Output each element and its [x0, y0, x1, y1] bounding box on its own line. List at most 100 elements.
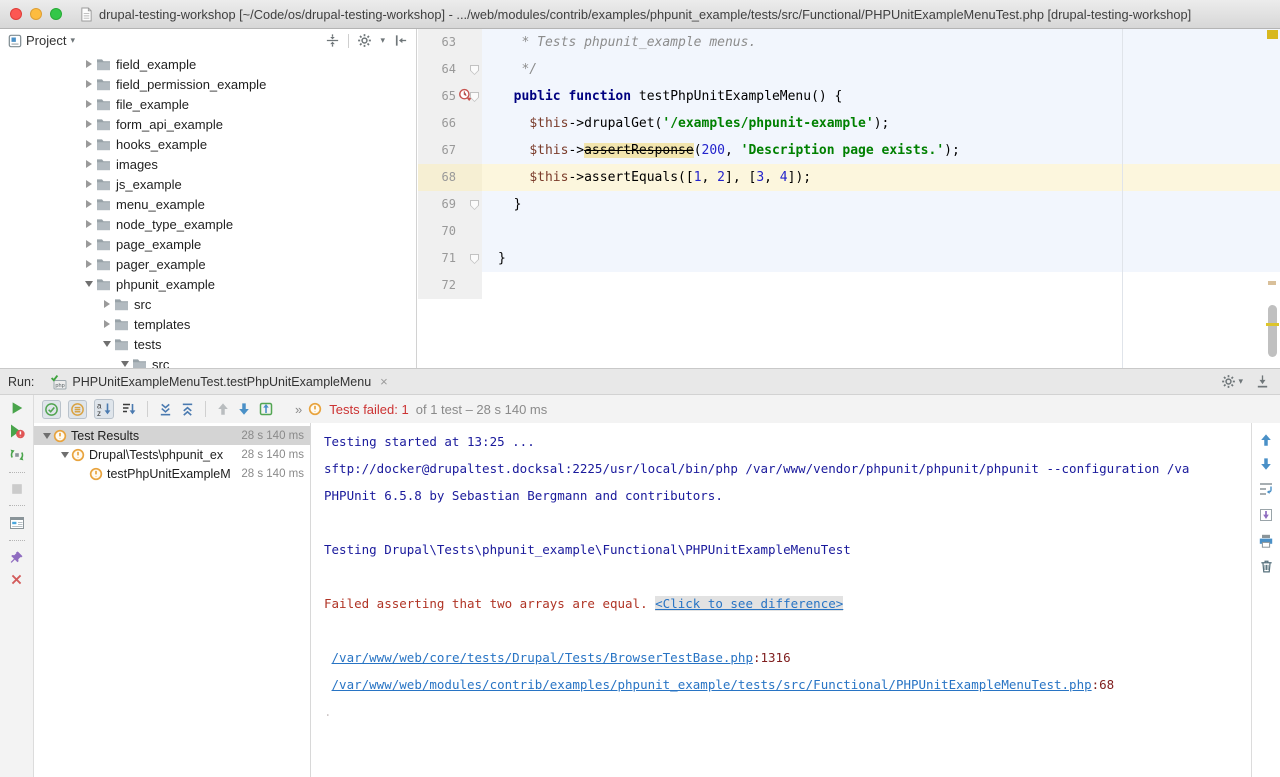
run-config-tab[interactable]: php PHPUnitExampleMenuTest.testPhpUnitEx…	[44, 369, 393, 394]
project-tree-item[interactable]: src	[0, 294, 416, 314]
scroll-to-end-icon[interactable]	[1258, 507, 1274, 523]
project-tree-item[interactable]: pager_example	[0, 254, 416, 274]
editor-line[interactable]: 70	[418, 218, 1280, 245]
project-tree-item[interactable]: js_example	[0, 174, 416, 194]
show-passed-icon[interactable]	[42, 400, 61, 419]
chevron-right-icon[interactable]: »	[295, 402, 301, 417]
console-output[interactable]: Testing started at 13:25 ...sftp://docke…	[312, 423, 1250, 777]
gear-icon[interactable]	[1221, 374, 1236, 389]
tree-chevron-icon[interactable]	[82, 220, 96, 228]
diff-link[interactable]: <Click to see difference>	[655, 596, 843, 611]
tree-chevron-icon[interactable]	[82, 120, 96, 128]
editor-line[interactable]: 72	[418, 272, 1280, 299]
tree-chevron-icon[interactable]	[82, 140, 96, 148]
print-icon[interactable]	[1258, 533, 1274, 549]
tree-chevron-icon[interactable]	[82, 180, 96, 188]
chevron-down-icon[interactable]: ▾	[1238, 376, 1243, 387]
chevron-down-icon[interactable]: ▾	[70, 35, 75, 46]
show-ignored-icon[interactable]	[68, 400, 87, 419]
rerun-icon[interactable]	[10, 401, 24, 415]
tree-chevron-icon[interactable]	[82, 60, 96, 68]
run-label: Run:	[8, 375, 34, 389]
import-test-results-icon[interactable]	[258, 401, 274, 417]
project-tree-item[interactable]: templates	[0, 314, 416, 334]
editor-line[interactable]: 65 public function testPhpUnitExampleMen…	[418, 83, 1280, 110]
stack-trace-link[interactable]: /var/www/web/core/tests/Drupal/Tests/Bro…	[332, 650, 753, 665]
tree-chevron-icon[interactable]	[82, 80, 96, 88]
project-tree-item[interactable]: src	[0, 354, 416, 368]
editor-line[interactable]: 67 $this->assertResponse(200, 'Descripti…	[418, 137, 1280, 164]
stack-trace-link[interactable]: /var/www/web/modules/contrib/examples/ph…	[332, 677, 1092, 692]
line-number: 63	[418, 29, 456, 56]
soft-wrap-icon[interactable]	[1258, 481, 1274, 497]
fold-marker-icon[interactable]	[470, 200, 479, 210]
expand-all-icon[interactable]	[158, 402, 173, 417]
collapse-all-icon[interactable]	[325, 33, 340, 48]
editor-line[interactable]: 68 $this->assertEquals([1, 2], [3, 4]);	[418, 164, 1280, 191]
tree-chevron-icon[interactable]	[82, 281, 96, 287]
close-icon[interactable]	[10, 573, 23, 586]
project-tree-item[interactable]: field_example	[0, 54, 416, 74]
collapse-all-tests-icon[interactable]	[180, 402, 195, 417]
fold-marker-icon[interactable]	[470, 254, 479, 264]
close-tab-icon[interactable]: ×	[380, 374, 388, 389]
project-tree-item[interactable]: field_permission_example	[0, 74, 416, 94]
console-line: PHPUnit 6.5.8 by Sebastian Bergmann and …	[324, 482, 1250, 509]
tree-chevron-icon[interactable]	[58, 452, 71, 458]
test-tree-item[interactable]: Drupal\Tests\phpunit_ex28 s 140 ms	[34, 445, 310, 464]
project-tree-item[interactable]: phpunit_example	[0, 274, 416, 294]
close-window-button[interactable]	[10, 8, 22, 20]
editor-line[interactable]: 71}	[418, 245, 1280, 272]
tree-chevron-icon[interactable]	[82, 240, 96, 248]
project-tree-item[interactable]: file_example	[0, 94, 416, 114]
hide-panel-icon[interactable]	[393, 33, 408, 48]
project-tree-item[interactable]: tests	[0, 334, 416, 354]
clear-all-icon[interactable]	[1259, 559, 1274, 574]
up-stack-trace-icon[interactable]	[1259, 433, 1273, 447]
tree-chevron-icon[interactable]	[100, 341, 114, 347]
console-line: sftp://docker@drupaltest.docksal:2225/us…	[324, 455, 1250, 482]
next-failed-test-icon[interactable]	[237, 402, 251, 416]
tree-chevron-icon[interactable]	[100, 320, 114, 328]
previous-failed-test-icon[interactable]	[216, 402, 230, 416]
editor-scrollbar[interactable]	[1268, 305, 1277, 357]
project-tree-item[interactable]: node_type_example	[0, 214, 416, 234]
chevron-down-icon[interactable]: ▾	[380, 35, 385, 46]
console-text: Testing Drupal\Tests\phpunit_example\Fun…	[324, 542, 851, 557]
test-tree-item[interactable]: testPhpUnitExampleM28 s 140 ms	[34, 464, 310, 483]
minimize-window-button[interactable]	[30, 8, 42, 20]
tree-chevron-icon[interactable]	[82, 160, 96, 168]
tree-chevron-icon[interactable]	[82, 100, 96, 108]
down-stack-trace-icon[interactable]	[1259, 457, 1273, 471]
sort-by-duration-icon[interactable]	[121, 401, 137, 417]
project-tree-item[interactable]: page_example	[0, 234, 416, 254]
editor-line[interactable]: 69 }	[418, 191, 1280, 218]
project-tree-item[interactable]: menu_example	[0, 194, 416, 214]
gear-icon[interactable]	[357, 33, 372, 48]
toggle-auto-test-icon[interactable]	[9, 447, 25, 463]
project-tool-button[interactable]: Project ▾	[8, 33, 75, 48]
stop-icon[interactable]	[10, 482, 24, 496]
sort-alphabetically-icon[interactable]: az	[94, 399, 114, 419]
hide-window-icon[interactable]	[1255, 374, 1270, 389]
restore-layout-icon[interactable]	[9, 515, 25, 531]
test-tree-item[interactable]: Test Results28 s 140 ms	[34, 426, 310, 445]
project-tree-item[interactable]: images	[0, 154, 416, 174]
editor-line[interactable]: 64 */	[418, 56, 1280, 83]
project-tree-item[interactable]: form_api_example	[0, 114, 416, 134]
console-line	[324, 563, 1250, 590]
fold-marker-icon[interactable]	[470, 65, 479, 75]
zoom-window-button[interactable]	[50, 8, 62, 20]
project-tree-item[interactable]: hooks_example	[0, 134, 416, 154]
tree-chevron-icon[interactable]	[118, 361, 132, 367]
code-editor[interactable]: 63 * Tests phpunit_example menus.64 */65…	[418, 29, 1280, 368]
tree-chevron-icon[interactable]	[82, 260, 96, 268]
svg-text:php: php	[56, 383, 65, 389]
pin-tab-icon[interactable]	[9, 550, 24, 565]
rerun-failed-tests-icon[interactable]	[9, 423, 25, 439]
editor-line[interactable]: 63 * Tests phpunit_example menus.	[418, 29, 1280, 56]
editor-line[interactable]: 66 $this->drupalGet('/examples/phpunit-e…	[418, 110, 1280, 137]
tree-chevron-icon[interactable]	[40, 433, 53, 439]
tree-chevron-icon[interactable]	[82, 200, 96, 208]
tree-chevron-icon[interactable]	[100, 300, 114, 308]
